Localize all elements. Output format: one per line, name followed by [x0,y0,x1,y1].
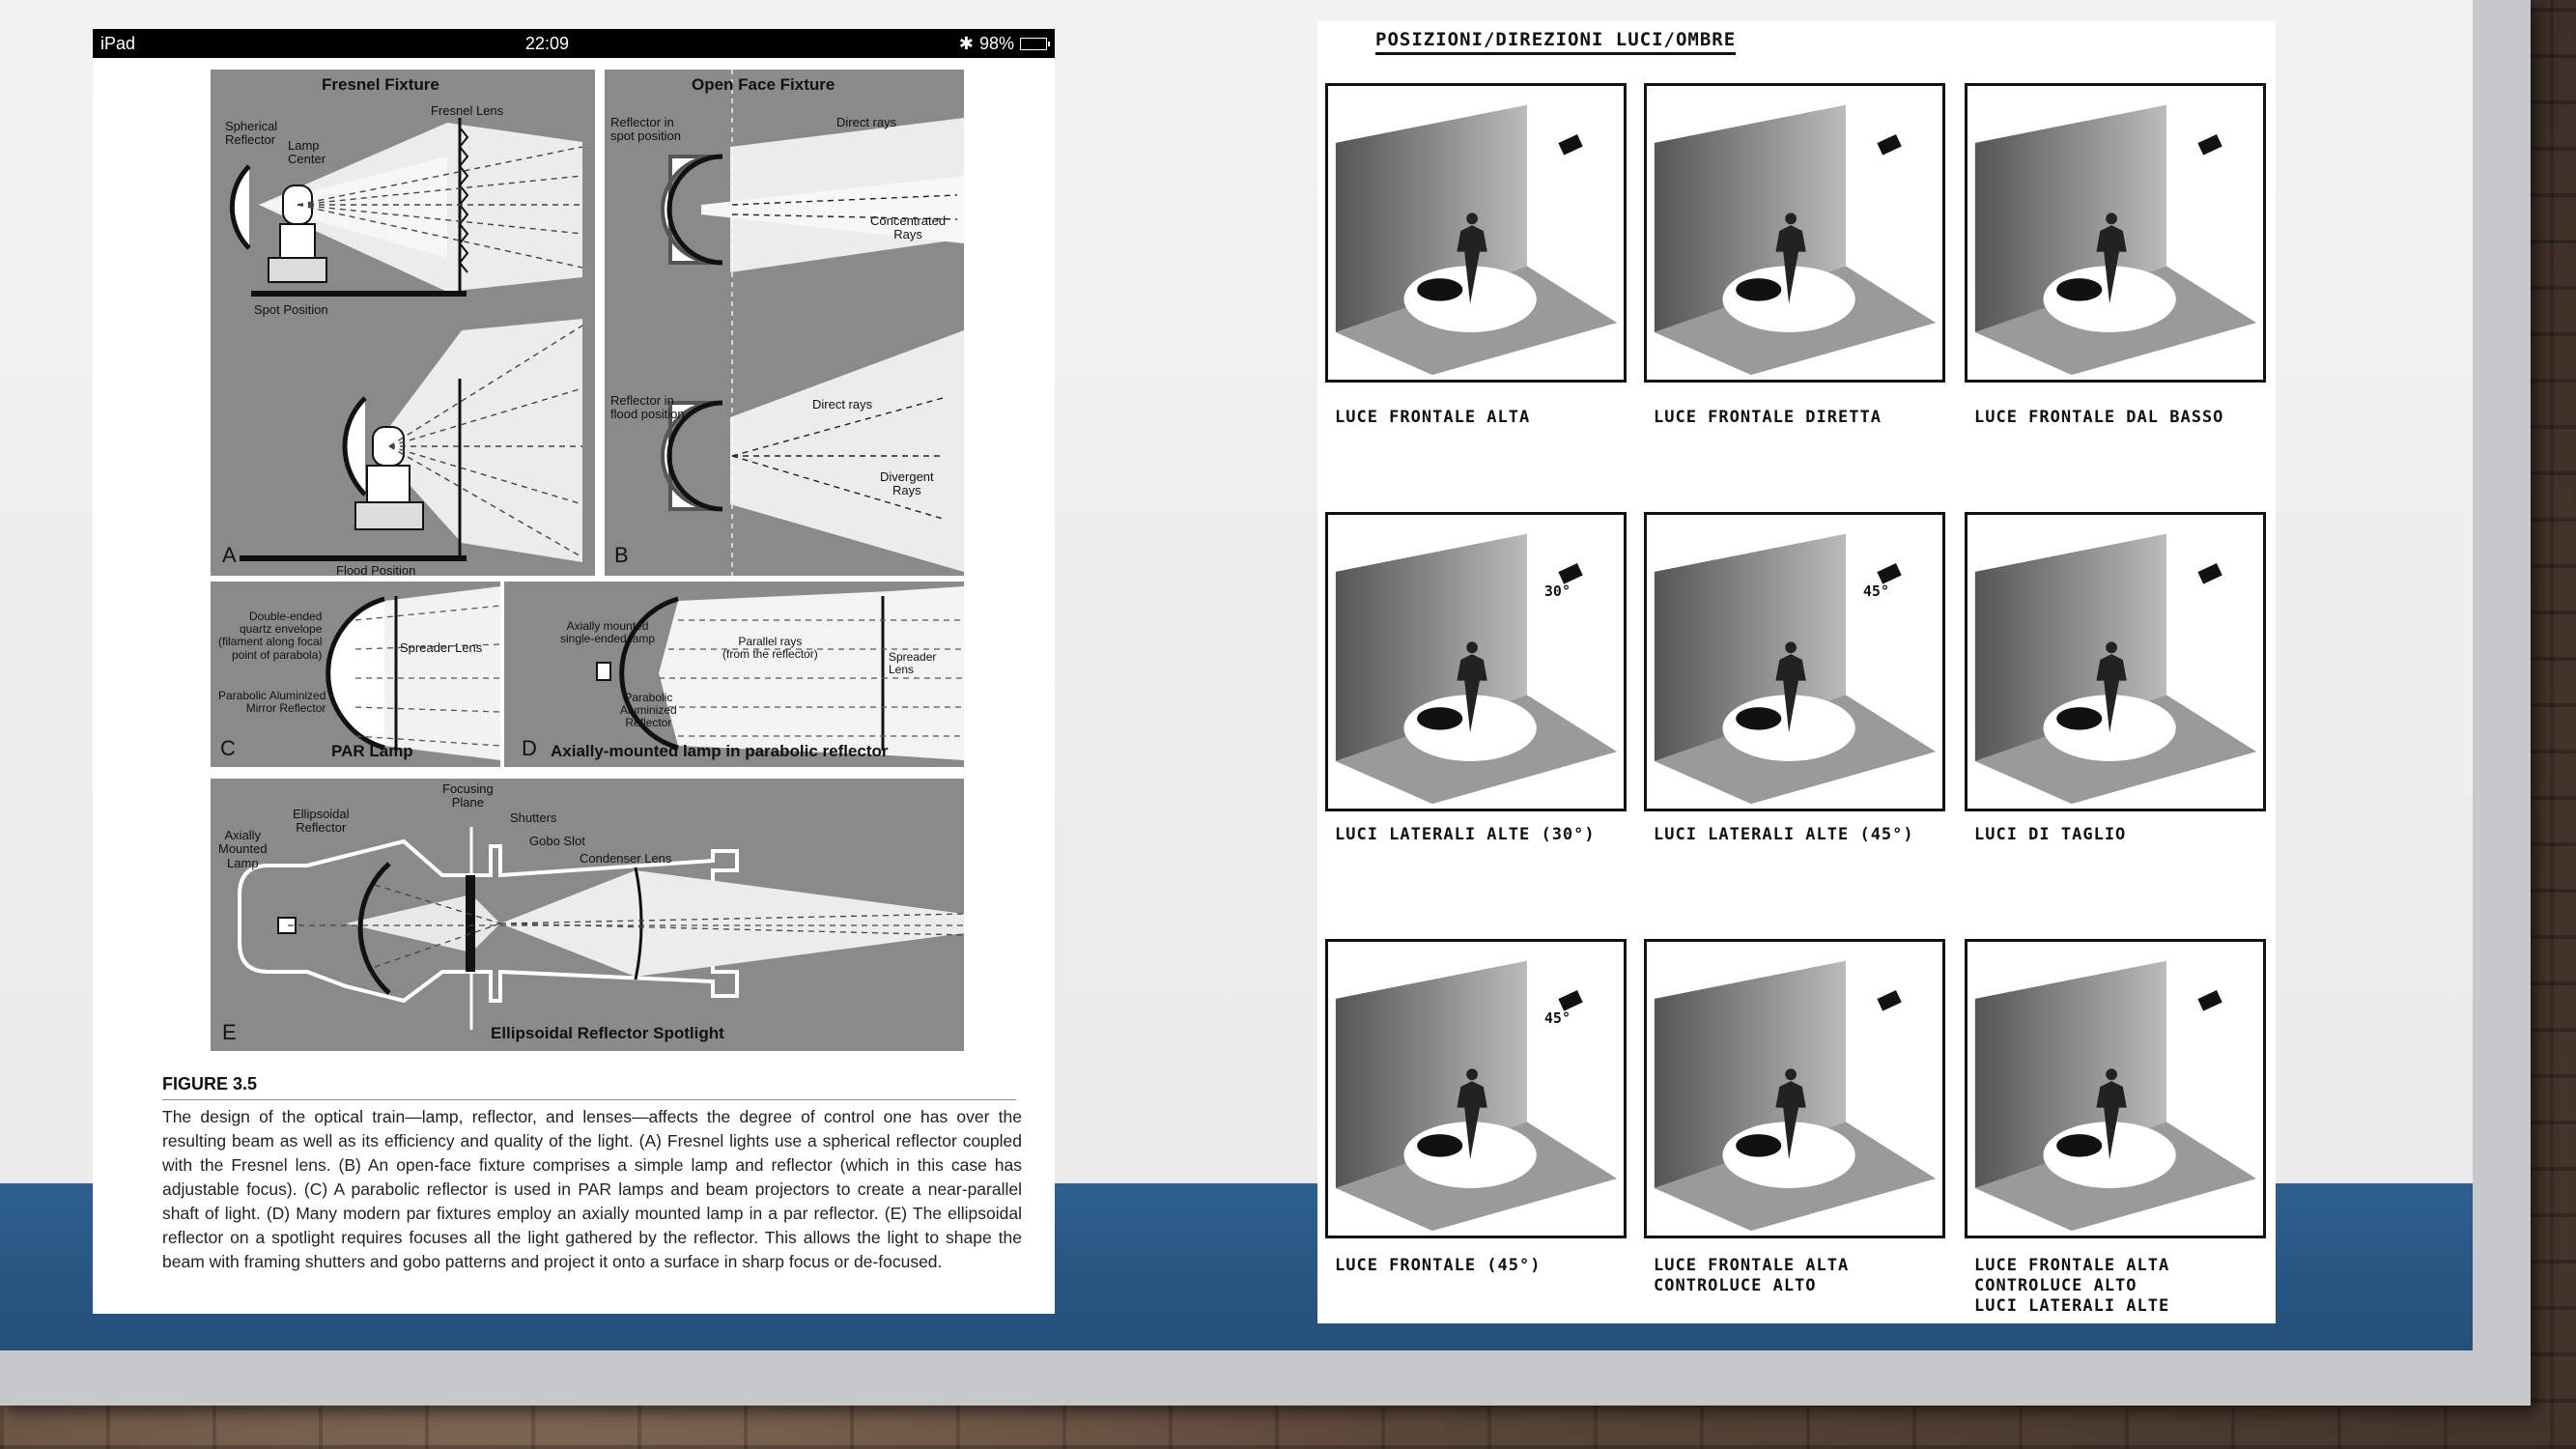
angle-annotation: 30° [1543,582,1571,600]
illustration-label: LUCE FRONTALE DIRETTA [1654,408,1882,427]
lighting-illustration [1644,83,1945,383]
battery-icon [1019,37,1050,50]
lighting-illustration: 30° [1325,512,1627,811]
illustration-label: LUCE FRONTALE ALTA CONTROLUCE ALTO [1654,1256,1850,1295]
stage-drawing [1654,533,1937,805]
stage-drawing [1654,960,1937,1232]
stage-drawing [1335,533,1618,805]
direct-rays-label-2: Direct rays [812,397,873,412]
illustration-label: LUCE FRONTALE ALTA [1335,408,1531,427]
lighting-illustration [1644,939,1945,1238]
panel-letter-c: C [220,736,236,760]
angle-annotation: 45° [1862,582,1889,600]
slide: iPad 22:09 ✱ 98% Fresnel Fixture Fresnel… [0,0,2473,1350]
axial-lamp-title: Axially-mounted lamp in parabolic reflec… [551,742,889,760]
stage-drawing [1335,104,1618,376]
fresnel-lens-label: Fresnel Lens [431,103,504,118]
shutters-label: Shutters [510,810,557,825]
ipad-status-bar: iPad 22:09 ✱ 98% [93,29,1055,58]
open-face-panel: Open Face Fixture Reflector in spot posi… [605,70,964,576]
par-mirror-label: Parabolic Aluminized Mirror Reflector [218,689,326,716]
condenser-lens-label: Condenser Lens [580,851,672,866]
illustration-label: LUCE FRONTALE ALTA CONTROLUCE ALTO LUCI … [1974,1256,2170,1316]
ellipsoidal-lamp-label: Axially Mounted Lamp [218,828,268,870]
stage-drawing [1335,960,1618,1232]
lighting-illustration: 45° [1644,512,1945,811]
stage-drawing [1974,960,2257,1232]
parallel-rays-label: Parallel rays (from the reflector) [722,635,818,662]
lighting-illustration [1325,83,1627,383]
flood-position-label: Flood Position [336,563,416,578]
figure-caption-title: FIGURE 3.5 [162,1074,258,1094]
gobo-slot-label: Gobo Slot [529,834,585,848]
stage-drawing [1654,104,1937,376]
focusing-plane-label: Focusing Plane [442,781,494,810]
battery-percent: 98% [978,33,1014,53]
open-face-title: Open Face Fixture [692,75,835,94]
illustration-label: LUCE FRONTALE DAL BASSO [1974,408,2224,427]
reflector-spot-label: Reflector in spot position [610,115,681,144]
axial-lamp-label: Axially mounted single-ended lamp [560,619,656,646]
ellipsoidal-title: Ellipsoidal Reflector Spotlight [491,1024,724,1042]
lighting-illustration [1965,83,2266,383]
direct-rays-label-1: Direct rays [836,115,897,129]
par-lamp-panel: Double-ended quartz envelope (filament a… [211,582,501,767]
reflector-flood-label: Reflector in flood position [610,393,685,422]
ipad-screenshot: iPad 22:09 ✱ 98% Fresnel Fixture Fresnel… [93,29,1055,1314]
divergent-rays-label: Divergent Rays [880,469,934,498]
status-right: ✱ 98% [958,33,1050,54]
figure-caption-text: The design of the optical train—lamp, re… [162,1107,1022,1271]
ellipsoidal-reflector-label: Ellipsoidal Reflector [293,807,350,836]
illustration-label: LUCI LATERALI ALTE (30°) [1335,825,1596,844]
stage-drawing [1974,104,2257,376]
bluetooth-icon: ✱ [958,33,974,53]
axial-lamp-panel: Axially mounted single-ended lamp Parall… [504,582,964,767]
device-name: iPad [100,33,136,53]
panel-letter-a: A [222,543,237,567]
lighting-illustration: 45° [1325,939,1627,1238]
panel-letter-d: D [522,736,537,760]
panel-letter-b: B [614,543,629,567]
lighting-illustration [1965,939,2266,1238]
lighting-illustration [1965,512,2266,811]
angle-annotation: 45° [1543,1009,1571,1027]
clock: 22:09 [524,33,569,53]
fresnel-title: Fresnel Fixture [322,75,439,94]
stage-drawing [1974,533,2257,805]
quartz-envelope-label: Double-ended quartz envelope (filament a… [218,610,323,662]
fresnel-panel: Fresnel Fixture Fresnel Lens Spherical R… [211,70,595,578]
panel-letter-e: E [222,1020,237,1044]
illustration-label: LUCE FRONTALE (45°) [1335,1256,1542,1275]
lighting-positions-sheet: POSIZIONI/DIREZIONI LUCI/OMBRE LUCE FRON… [1317,21,2276,1323]
spherical-reflector-label: Spherical Reflector [225,119,278,148]
par-lamp-title: PAR Lamp [331,742,413,760]
axial-spreader-lens-label: Spreader Lens [889,650,937,677]
lamp-center-label: Lamp Center [288,138,326,167]
illustration-label: LUCI DI TAGLIO [1974,825,2127,844]
sheet-header: POSIZIONI/DIREZIONI LUCI/OMBRE [1375,29,1737,55]
slide-frame: iPad 22:09 ✱ 98% Fresnel Fixture Fresnel… [0,0,2531,1406]
open-face-diagram [661,70,964,576]
ellipsoidal-panel: Focusing Plane Ellipsoidal Reflector Shu… [211,779,965,1051]
illustration-label: LUCI LATERALI ALTE (45°) [1654,825,1914,844]
aluminized-reflector-label: Parabolic Aluminized Reflector [620,691,677,730]
caption-divider [162,1099,1016,1100]
concentrated-rays-label: Concentrated Rays [870,213,947,242]
par-spreader-lens-label: Spreader Lens [400,640,483,655]
spot-position-label: Spot Position [254,302,328,317]
